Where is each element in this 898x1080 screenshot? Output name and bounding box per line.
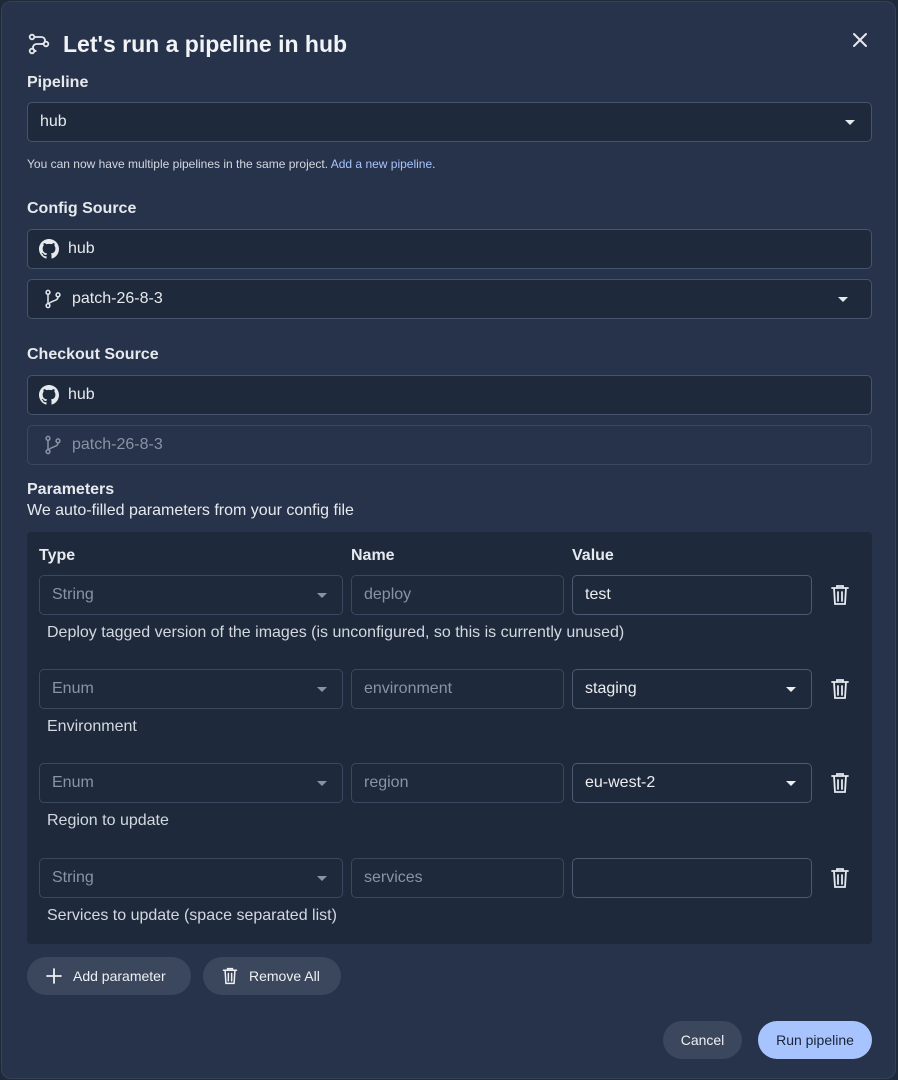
cancel-label: Cancel [680, 1032, 725, 1048]
param-name-value: environment [364, 680, 453, 697]
param-name-value: services [364, 869, 423, 886]
pipeline-select-value: hub [40, 113, 67, 130]
param-name-value: deploy [364, 586, 412, 603]
git-branch-icon [45, 435, 61, 455]
trash-icon [222, 967, 238, 985]
param-type-value: String [52, 586, 94, 603]
chevron-down-icon [317, 687, 327, 692]
column-header-type: Type [39, 547, 76, 564]
pipeline-label: Pipeline [27, 74, 89, 91]
param-type-select[interactable]: Enum [39, 763, 343, 803]
chevron-down-icon [786, 781, 796, 786]
param-value-input[interactable]: test [572, 575, 812, 615]
chevron-down-icon [786, 687, 796, 692]
chevron-down-icon [317, 781, 327, 786]
cancel-button[interactable]: Cancel [663, 1021, 742, 1059]
config-source-repo-name: hub [68, 240, 95, 257]
add-parameter-label: Add parameter [73, 968, 166, 984]
run-pipeline-dialog: Let's run a pipeline in hub Pipeline hub… [1, 1, 896, 1079]
param-name-input[interactable]: environment [351, 669, 564, 709]
param-value-input[interactable] [572, 858, 812, 898]
pipeline-hint: You can now have multiple pipelines in t… [27, 157, 436, 171]
chevron-down-icon [317, 876, 327, 881]
dialog-header: Let's run a pipeline in hub [27, 30, 347, 58]
param-type-select[interactable]: Enum [39, 669, 343, 709]
run-pipeline-button[interactable]: Run pipeline [758, 1021, 872, 1059]
param-description: Services to update (space separated list… [47, 907, 337, 924]
checkout-source-repo: hub [27, 375, 872, 415]
checkout-source-branch-field: patch-26-8-3 [27, 425, 872, 465]
chevron-down-icon [838, 297, 848, 302]
param-description: Deploy tagged version of the images (is … [47, 624, 625, 641]
chevron-down-icon [317, 593, 327, 598]
git-branch-icon [45, 289, 61, 309]
config-source-label: Config Source [27, 200, 137, 217]
param-type-value: Enum [52, 680, 94, 697]
param-type-select[interactable]: String [39, 858, 343, 898]
remove-all-label: Remove All [249, 968, 320, 984]
run-pipeline-label: Run pipeline [776, 1032, 854, 1048]
github-icon [39, 385, 59, 405]
param-value-select[interactable]: eu-west-2 [572, 763, 812, 803]
param-name-value: region [364, 774, 409, 791]
trash-icon[interactable] [830, 772, 850, 794]
param-type-value: String [52, 869, 94, 886]
param-type-select[interactable]: String [39, 575, 343, 615]
add-parameter-button[interactable]: Add parameter [27, 957, 191, 995]
param-description: Region to update [47, 812, 169, 829]
pipeline-hint-end: . [432, 157, 436, 171]
column-header-name: Name [351, 547, 395, 564]
config-source-branch-value: patch-26-8-3 [72, 290, 163, 307]
pipeline-icon [28, 33, 50, 55]
close-icon[interactable] [848, 28, 872, 52]
config-source-repo: hub [27, 229, 872, 269]
param-name-input[interactable]: region [351, 763, 564, 803]
param-type-value: Enum [52, 774, 94, 791]
pipeline-hint-text: You can now have multiple pipelines in t… [27, 157, 329, 171]
param-name-input[interactable]: deploy [351, 575, 564, 615]
checkout-source-repo-name: hub [68, 386, 95, 403]
chevron-down-icon [845, 120, 855, 125]
dialog-title: Let's run a pipeline in hub [63, 30, 348, 57]
trash-icon[interactable] [830, 867, 850, 889]
param-name-input[interactable]: services [351, 858, 564, 898]
github-icon [39, 239, 59, 259]
param-value-select[interactable]: staging [572, 669, 812, 709]
checkout-source-label: Checkout Source [27, 346, 159, 363]
add-new-pipeline-link[interactable]: Add a new pipeline [331, 157, 432, 171]
remove-all-button[interactable]: Remove All [203, 957, 341, 995]
param-value-text: test [585, 586, 611, 603]
param-description: Environment [47, 718, 137, 735]
config-source-branch-select[interactable]: patch-26-8-3 [27, 279, 872, 319]
column-header-value: Value [572, 547, 614, 564]
param-value-text: staging [585, 680, 637, 697]
trash-icon[interactable] [830, 584, 850, 606]
parameters-subtitle: We auto-filled parameters from your conf… [27, 502, 354, 519]
trash-icon[interactable] [830, 678, 850, 700]
pipeline-select[interactable]: hub [27, 102, 872, 142]
checkout-source-branch-value: patch-26-8-3 [72, 436, 163, 453]
parameters-title: Parameters [27, 481, 115, 498]
param-value-text: eu-west-2 [585, 774, 656, 791]
plus-icon [46, 968, 62, 984]
